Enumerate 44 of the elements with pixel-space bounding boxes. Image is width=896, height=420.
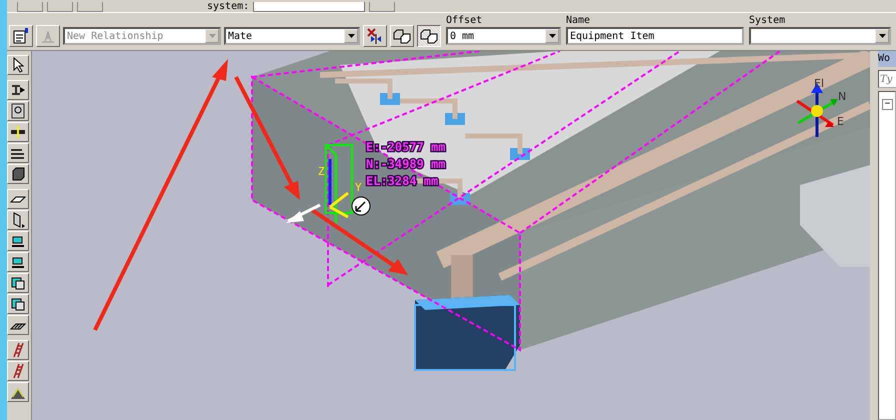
boxes-button[interactable] (417, 25, 441, 47)
caret-icon (878, 34, 886, 38)
split-icon[interactable] (7, 122, 29, 142)
panel-title: Wo (878, 51, 896, 67)
system-dropdown[interactable] (749, 27, 891, 45)
direction-arrow-icon (286, 204, 321, 223)
flip-button[interactable] (363, 25, 387, 47)
compass-label: N (838, 90, 846, 103)
coordinate-axes-icon (325, 144, 353, 224)
cube-icon[interactable] (7, 164, 29, 184)
ladder-icon[interactable] (7, 340, 29, 360)
equipment-icon[interactable] (7, 252, 29, 272)
block-icon[interactable] (7, 273, 29, 293)
beam-icon[interactable] (7, 80, 29, 100)
compass-label: E (837, 115, 844, 128)
offset-dropdown[interactable]: 0 mm (446, 27, 561, 45)
ground-symbol-icon (41, 29, 55, 43)
pointer-icon[interactable] (7, 55, 29, 75)
name-label: Name (566, 15, 592, 27)
panel-icon[interactable] (7, 210, 29, 230)
compass-label: El (814, 77, 824, 90)
system-label: System (749, 15, 786, 27)
offset-label: Offset (446, 15, 484, 27)
name-field[interactable]: Equipment Item (566, 27, 744, 45)
lines-icon[interactable] (7, 143, 29, 163)
properties-button[interactable] (9, 25, 33, 47)
axis-label: Z (318, 165, 325, 178)
ladder-icon[interactable] (7, 361, 29, 381)
plate-icon[interactable] (7, 189, 29, 209)
system-field[interactable] (253, 2, 366, 12)
grating-icon[interactable] (7, 315, 29, 335)
caret-icon (208, 34, 216, 38)
stair-icon[interactable] (7, 382, 29, 402)
caret-icon (548, 34, 556, 38)
block-icon[interactable] (7, 294, 29, 314)
system-label: system: (207, 1, 250, 12)
axis-label: Y (355, 181, 362, 194)
tree-expander[interactable]: − (882, 99, 893, 110)
caret-icon (348, 34, 354, 38)
frame-icon[interactable] (7, 101, 29, 121)
pointer-cursor-icon (352, 196, 370, 216)
equipment-icon[interactable] (7, 231, 29, 251)
mate-dropdown[interactable]: Mate (224, 27, 360, 45)
filter-field[interactable]: Ty (878, 70, 896, 88)
